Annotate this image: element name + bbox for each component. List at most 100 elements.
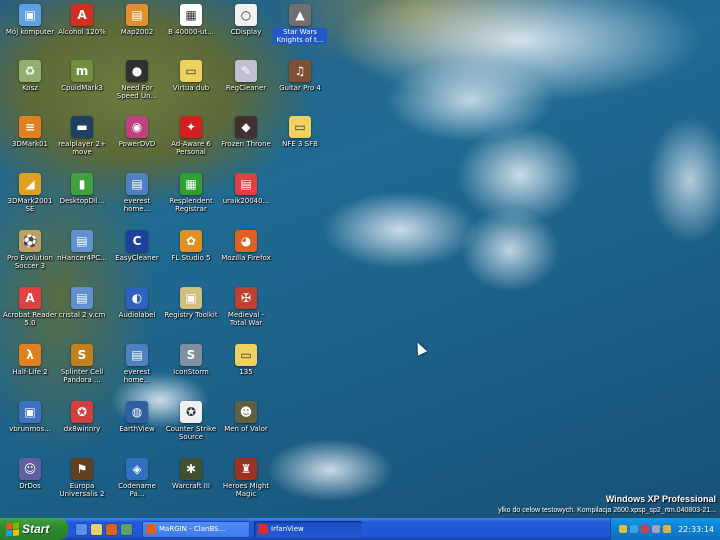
cdisplay-icon: ○: [235, 4, 257, 26]
desktop-icon-3dmark2001[interactable]: ◢ 3DMark2001 SE: [3, 171, 57, 213]
media-ql-icon[interactable]: [121, 523, 132, 535]
task-mozilla-firefox[interactable]: MaRGIN - ClanBS...: [142, 520, 250, 538]
desktop-icon-label: dx8winnry: [63, 425, 101, 433]
desktop-icon-regcleaner[interactable]: ✎ RegCleaner: [219, 58, 273, 92]
desktop-icon-counter-strike[interactable]: ✪ Counter Strike Source: [164, 399, 218, 441]
desktop-icon-vbrunmos[interactable]: ▣ vbrunmos...: [3, 399, 57, 433]
desktop-icon-pro-evolution[interactable]: ⚽ Pro Evolution Soccer 3: [3, 228, 57, 270]
desktop-icon-label: NFE 3 SFB: [282, 140, 318, 148]
start-button[interactable]: Start: [0, 518, 68, 540]
desktop-icon-acrobat-reader[interactable]: A Acrobat Reader 5.0: [3, 285, 57, 327]
desktop-icon-cdisplay[interactable]: ○ CDisplay: [219, 2, 273, 36]
desktop-icon-uraik-pdf[interactable]: ▤ uraik20040...: [219, 171, 273, 205]
desktop-icon-label: B 40000-ut...: [168, 28, 214, 36]
everest-home-2-icon: ▤: [126, 344, 148, 366]
kosz-icon: ♻: [19, 60, 41, 82]
clock[interactable]: 22:33:14: [678, 525, 714, 534]
tray-network-icon[interactable]: [630, 525, 639, 533]
desktop-icon-desktop-dll[interactable]: ▮ DesktopDll...: [55, 171, 109, 205]
desktop-icon-registry-toolkit[interactable]: ▣ Registry Toolkit: [164, 285, 218, 319]
desktop-icon-nhancer[interactable]: ▤ nHancer4PC...: [55, 228, 109, 262]
desktop-icon-frozen-throne[interactable]: ◆ Frozen Throne: [219, 114, 273, 148]
desktop-icon-mozilla-firefox[interactable]: ◕ Mozilla Firefox: [219, 228, 273, 262]
powerdvd-icon: ◉: [126, 116, 148, 138]
desktop-icon-label: Virtua dub: [172, 84, 210, 92]
system-tray: 22:33:14: [610, 518, 720, 540]
desktop-icon-guitar-pro[interactable]: ♫ Guitar Pro 4: [273, 58, 327, 92]
heroes-might-icon: ♜: [235, 458, 257, 480]
desktop-icon-men-of-valor[interactable]: ☻ Men of Valor: [219, 399, 273, 433]
desktop-icon-label: CDisplay: [230, 28, 262, 36]
cpuid-mark-icon: m: [71, 60, 93, 82]
desktop-icon-b-40000[interactable]: ▦ B 40000-ut...: [164, 2, 218, 36]
audiolabel-icon: ◐: [126, 287, 148, 309]
tray-display-icon[interactable]: [652, 525, 661, 533]
desktop-icon-label: Medieval - Total War: [227, 311, 265, 327]
desktop-icon-half-life-2[interactable]: λ Half-Life 2: [3, 342, 57, 376]
desktop-icon-label: 135: [239, 368, 253, 376]
b-40000-icon: ▦: [180, 4, 202, 26]
explorer-icon[interactable]: [91, 523, 102, 535]
desktop[interactable]: ▣ Mój komputer A Alcohol 120% ▤ Map2002 ▦ B 400…: [0, 0, 720, 518]
desktop-icon-label: Codename Pa...: [118, 482, 156, 498]
desktop-icon-label: Frozen Throne: [221, 140, 271, 148]
europa-universalis-icon: ⚑: [71, 458, 93, 480]
3dmark2001-icon: ◢: [19, 173, 41, 195]
desktop-icon-moj-komputer[interactable]: ▣ Mój komputer: [3, 2, 57, 36]
desktop-icon-drdos[interactable]: ☺ DrDos: [3, 456, 57, 490]
realplayer-icon: ▬: [71, 116, 93, 138]
virtua-dub-icon: ▭: [180, 60, 202, 82]
desktop-icon-label: Kosz: [22, 84, 38, 92]
desktop-icon-virtua-dub[interactable]: ▭ Virtua dub: [164, 58, 218, 92]
desktop-icon-resplendent-registrar[interactable]: ▦ Resplendent Registrar: [164, 171, 218, 213]
desktop-icon-fl-studio[interactable]: ✿ FL Studio 5: [164, 228, 218, 262]
desktop-icon-audiolabel[interactable]: ◐ Audiolabel: [110, 285, 164, 319]
task-irfanview[interactable]: IrfanView: [254, 520, 362, 538]
desktop-icon-label: Need For Speed Un...: [116, 84, 158, 100]
star-wars-icon: ▲: [289, 4, 311, 26]
desktop-icon-easycleaner[interactable]: C EasyCleaner: [110, 228, 164, 262]
firefox-ql-icon[interactable]: [106, 523, 117, 535]
desktop-icon-warcraft-iii[interactable]: ✱ Warcraft III: [164, 456, 218, 490]
desktop-icon-map2002[interactable]: ▤ Map2002: [110, 2, 164, 36]
desktop-icon-realplayer[interactable]: ▬ realplayer 2+ move: [55, 114, 109, 156]
desktop-icon-3dmark01[interactable]: ≡ 3DMark01: [3, 114, 57, 148]
desktop-icon-alcohol-120[interactable]: A Alcohol 120%: [55, 2, 109, 36]
desktop-icon-cristal-2[interactable]: ▤ cristal 2 v.cm: [55, 285, 109, 319]
desktop-icon-europa-universalis[interactable]: ⚑ Europa Universalis 2: [55, 456, 109, 498]
tray-antivirus-icon[interactable]: [641, 525, 650, 533]
task-app-icon: [258, 524, 268, 534]
desktop-icon-label: everest home...: [123, 197, 151, 213]
desktop-icon-nfe-sfb[interactable]: ▭ NFE 3 SFB: [273, 114, 327, 148]
desktop-icon-label: EasyCleaner: [115, 254, 159, 262]
desktop-icon-everest-home-2[interactable]: ▤ everest home...: [110, 342, 164, 384]
desktop-icon-powerdvd[interactable]: ◉ PowerDVD: [110, 114, 164, 148]
desktop-icon-star-wars[interactable]: ▲ Star Wars Knights of t...: [273, 2, 327, 44]
desktop-icon-dx8-win[interactable]: ✪ dx8winnry: [55, 399, 109, 433]
desktop-icon-label: PowerDVD: [118, 140, 156, 148]
desktop-icon-folder-135[interactable]: ▭ 135: [219, 342, 273, 376]
desktop-icon-kosz[interactable]: ♻ Kosz: [3, 58, 57, 92]
desktop-icon-medieval[interactable]: ✠ Medieval - Total War: [219, 285, 273, 327]
regcleaner-icon: ✎: [235, 60, 257, 82]
counter-strike-icon: ✪: [180, 401, 202, 423]
desktop-icon-splinter-cell[interactable]: S Splinter Cell Pandora ...: [55, 342, 109, 384]
desktop-icon-codename-panzers[interactable]: ◈ Codename Pa...: [110, 456, 164, 498]
desktop-icon-label: everest home...: [123, 368, 151, 384]
desktop-icon-label: Audiolabel: [118, 311, 156, 319]
desktop-icon-need-for-speed[interactable]: ● Need For Speed Un...: [110, 58, 164, 100]
desktop-icon-cpuid-mark[interactable]: m CpuidMark3: [55, 58, 109, 92]
cristal-2-icon: ▤: [71, 287, 93, 309]
desktop-icon-everest-home-1[interactable]: ▤ everest home...: [110, 171, 164, 213]
desktop-icon-iconstorm[interactable]: S IconStorm: [164, 342, 218, 376]
frozen-throne-icon: ◆: [235, 116, 257, 138]
tray-update-icon[interactable]: [663, 525, 672, 533]
iconstorm-icon: S: [180, 344, 202, 366]
desktop-icon-label: Splinter Cell Pandora ...: [60, 368, 104, 384]
show-desktop-icon[interactable]: [76, 523, 87, 535]
tray-volume-icon[interactable]: [619, 525, 628, 533]
desktop-icon-ad-aware[interactable]: ✦ Ad-Aware 6 Personal: [164, 114, 218, 156]
task-label: MaRGIN - ClanBS...: [159, 525, 226, 533]
desktop-icon-heroes-might[interactable]: ♜ Heroes Might Magic: [219, 456, 273, 498]
desktop-icon-earthview[interactable]: ◍ EarthView: [110, 399, 164, 433]
